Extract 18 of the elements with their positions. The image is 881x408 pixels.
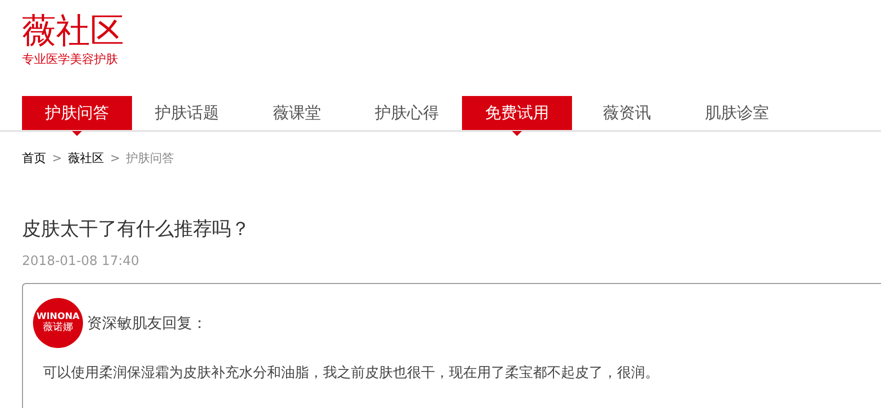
pointer-icon — [512, 131, 522, 136]
nav-tab[interactable]: 护肤心得 — [352, 96, 462, 130]
question-date: 2018-01-08 17:40 — [22, 254, 140, 269]
nav-tab[interactable]: 薇课堂 — [242, 96, 352, 130]
nav-tab[interactable]: 护肤话题 — [132, 96, 242, 130]
site-logo: 薇社区 — [22, 11, 124, 51]
nav-tab[interactable]: 薇资讯 — [572, 96, 682, 130]
nav-tab[interactable]: 肌肤诊室 — [682, 96, 792, 130]
breadcrumb-separator: > — [110, 150, 120, 166]
question-title: 皮肤太干了有什么推荐吗？ — [22, 217, 250, 242]
reply-author: 资深敏肌友回复： — [87, 314, 207, 332]
breadcrumb-link[interactable]: 薇社区 — [68, 150, 104, 166]
reply-text: 可以使用柔润保湿霜为皮肤补充水分和油脂，我之前皮肤也很干，现在用了柔宝都不起皮了，很润。 — [43, 364, 659, 382]
site-tagline: 专业医学美容护肤 — [22, 51, 118, 67]
pointer-icon — [72, 131, 82, 136]
breadcrumb-link[interactable]: 首页 — [22, 150, 46, 166]
brand-avatar: WINONA 薇诺娜 — [33, 298, 83, 348]
breadcrumb-separator: > — [52, 150, 62, 166]
